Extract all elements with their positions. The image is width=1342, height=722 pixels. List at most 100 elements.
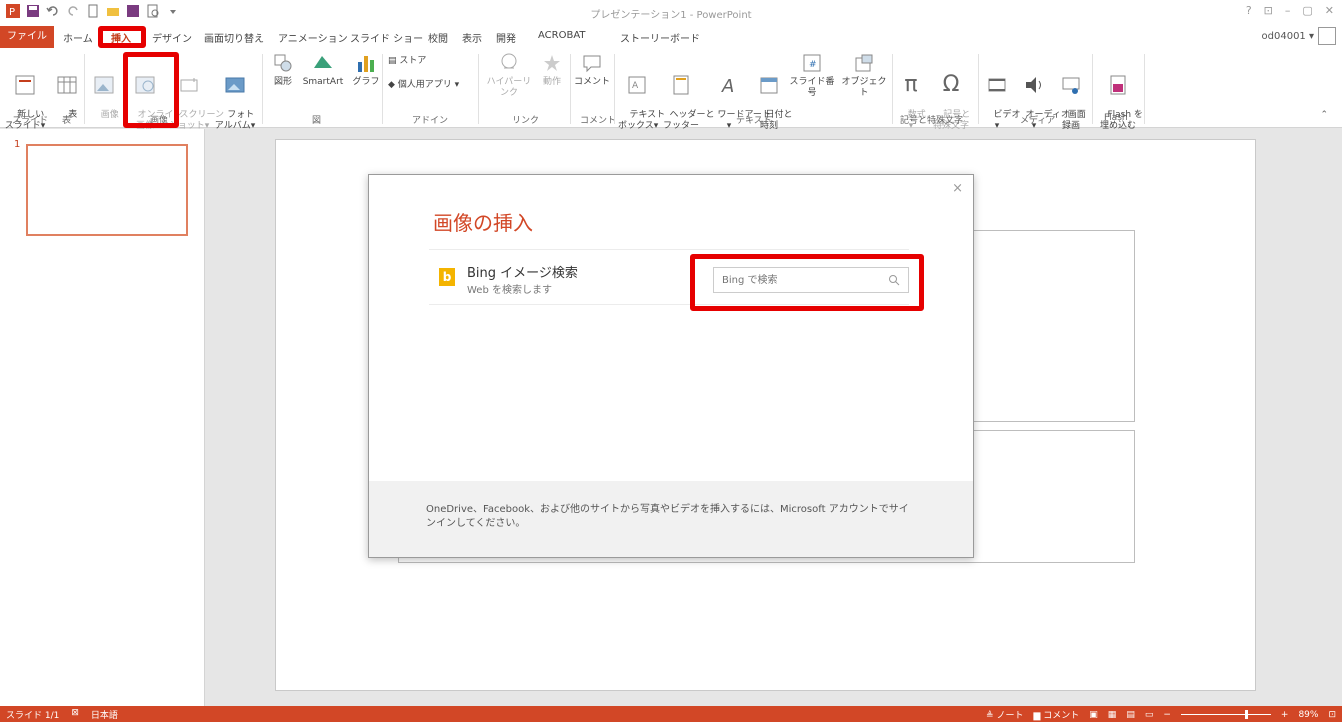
avatar[interactable] — [1318, 27, 1336, 45]
language-indicator[interactable]: 日本語 — [91, 708, 118, 721]
collapse-ribbon-icon[interactable]: ⌃ — [1320, 110, 1328, 120]
action-button[interactable]: 動作 — [538, 52, 566, 88]
group-separator — [478, 54, 479, 124]
film-icon — [988, 78, 1006, 92]
slide-number-label: スライド番号 — [789, 77, 835, 98]
tab-home[interactable]: ホーム — [63, 30, 93, 45]
comments-button[interactable]: ▆ コメント — [1033, 708, 1079, 721]
reading-view-icon[interactable]: ▤ — [1126, 710, 1135, 720]
slide-number-icon: # — [803, 54, 821, 72]
tab-file[interactable]: ファイル — [0, 26, 54, 48]
fit-slide-icon[interactable]: ⊡ — [1328, 710, 1336, 720]
group-separator — [1144, 54, 1145, 124]
bing-search-box[interactable] — [713, 267, 909, 293]
help-button[interactable]: ? — [1246, 4, 1252, 17]
spellcheck-icon[interactable]: ⊠ — [71, 708, 79, 721]
bing-search-input[interactable] — [714, 268, 874, 292]
svg-text:#: # — [809, 60, 817, 70]
title-bar: P プレゼンテーション1 - PowerPoint ? ⊡ – ▢ ✕ — [0, 0, 1342, 26]
tab-review[interactable]: 校閲 — [428, 30, 448, 45]
group-text-label: テキスト — [736, 116, 772, 126]
wordart-icon: A — [721, 76, 734, 96]
group-symbols-label: 記号と特殊文字 — [900, 116, 964, 126]
shapes-button[interactable]: 図形 — [268, 52, 298, 88]
textbox-icon: A — [628, 76, 646, 94]
header-footer-icon — [673, 75, 689, 95]
bing-search-title: Bing イメージ検索 — [467, 266, 578, 281]
group-media-label: メディア — [1020, 116, 1056, 126]
photo-album-icon — [225, 77, 245, 93]
group-separator — [614, 54, 615, 124]
close-icon[interactable]: × — [952, 181, 963, 196]
minimize-button[interactable]: – — [1285, 4, 1291, 17]
slide-thumbnails-pane: 1 — [0, 129, 205, 706]
action-star-icon — [544, 55, 560, 71]
group-links-label: リンク — [512, 116, 540, 126]
hyperlink-label: ハイパーリンク — [486, 77, 532, 98]
zoom-level[interactable]: 89% — [1298, 710, 1318, 720]
group-separator — [892, 54, 893, 124]
tab-view[interactable]: 表示 — [462, 30, 482, 45]
group-images-label: 画像 — [150, 116, 169, 126]
tab-transitions[interactable]: 画面切り替え — [204, 30, 264, 45]
shapes-label: 図形 — [273, 77, 292, 87]
tab-design[interactable]: デザイン — [152, 30, 192, 45]
object-icon — [855, 54, 873, 72]
group-separator — [84, 54, 85, 124]
svg-text:A: A — [721, 76, 734, 96]
svg-text:A: A — [632, 81, 639, 91]
user-name[interactable]: od04001 ▾ — [1262, 31, 1314, 42]
slide-number-button[interactable]: # スライド番号 — [786, 52, 838, 99]
status-bar: スライド 1/1 ⊠ 日本語 ≜ ノート ▆ コメント ▣ ▦ ▤ ▭ − + … — [0, 706, 1342, 722]
comment-label: コメント — [574, 77, 611, 87]
group-separator — [570, 54, 571, 124]
zoom-out-button[interactable]: − — [1163, 710, 1171, 720]
slide-indicator: スライド 1/1 — [6, 711, 60, 721]
omega-icon: Ω — [942, 72, 960, 97]
smartart-button[interactable]: SmartArt — [298, 52, 348, 88]
object-button[interactable]: オブジェクト — [840, 52, 888, 99]
zoom-slider[interactable] — [1180, 710, 1271, 719]
hyperlink-button[interactable]: ハイパーリンク — [484, 52, 534, 99]
new-slide-icon — [15, 75, 35, 95]
search-icon[interactable] — [888, 274, 900, 286]
notes-button[interactable]: ≜ ノート — [986, 708, 1023, 721]
object-label: オブジェクト — [841, 77, 887, 98]
user-account[interactable]: od04001 ▾ — [1262, 27, 1336, 45]
my-apps-button[interactable]: ◆ 個人用アプリ ▾ — [388, 80, 488, 91]
normal-view-icon[interactable]: ▣ — [1089, 710, 1098, 720]
hyperlink-icon — [501, 53, 517, 69]
calendar-icon — [760, 77, 778, 94]
images-button[interactable]: 画像 — [88, 52, 120, 132]
screenshot-icon — [180, 78, 198, 92]
store-button[interactable]: ▤ ストア — [388, 56, 428, 67]
maximize-button[interactable]: ▢ — [1302, 4, 1312, 17]
ribbon-display-options-button[interactable]: ⊡ — [1264, 4, 1273, 17]
thumbnail-number: 1 — [14, 139, 21, 150]
group-separator — [262, 54, 263, 124]
screen-recording-icon — [1062, 77, 1080, 94]
zoom-in-button[interactable]: + — [1281, 710, 1289, 720]
action-label: 動作 — [542, 77, 561, 87]
chart-label: グラフ — [352, 77, 380, 87]
chart-button[interactable]: グラフ — [352, 52, 380, 88]
tab-animations[interactable]: アニメーション — [278, 30, 348, 45]
slideshow-icon[interactable]: ▭ — [1145, 710, 1154, 720]
picture-icon — [94, 76, 114, 94]
tab-acrobat[interactable]: ACROBAT — [538, 30, 586, 41]
comment-button[interactable]: コメント — [574, 52, 610, 88]
slide-thumbnail[interactable] — [26, 144, 188, 236]
slide-sorter-icon[interactable]: ▦ — [1108, 710, 1117, 720]
tab-storyboard[interactable]: ストーリーボード — [620, 30, 700, 45]
flash-icon — [1110, 75, 1126, 95]
group-separator — [1092, 54, 1093, 124]
store-icon: ▤ — [388, 56, 400, 66]
tab-developer[interactable]: 開発 — [496, 30, 516, 45]
tab-slideshow[interactable]: スライド ショー — [350, 30, 423, 45]
close-button[interactable]: ✕ — [1325, 4, 1334, 17]
tab-insert[interactable]: 挿入 — [111, 30, 131, 45]
photo-album-label: フォト アルバム▾ — [214, 110, 256, 131]
comment-icon — [583, 55, 601, 73]
window-controls: ? ⊡ – ▢ ✕ — [1246, 4, 1334, 17]
store-label: ストア — [399, 56, 427, 66]
